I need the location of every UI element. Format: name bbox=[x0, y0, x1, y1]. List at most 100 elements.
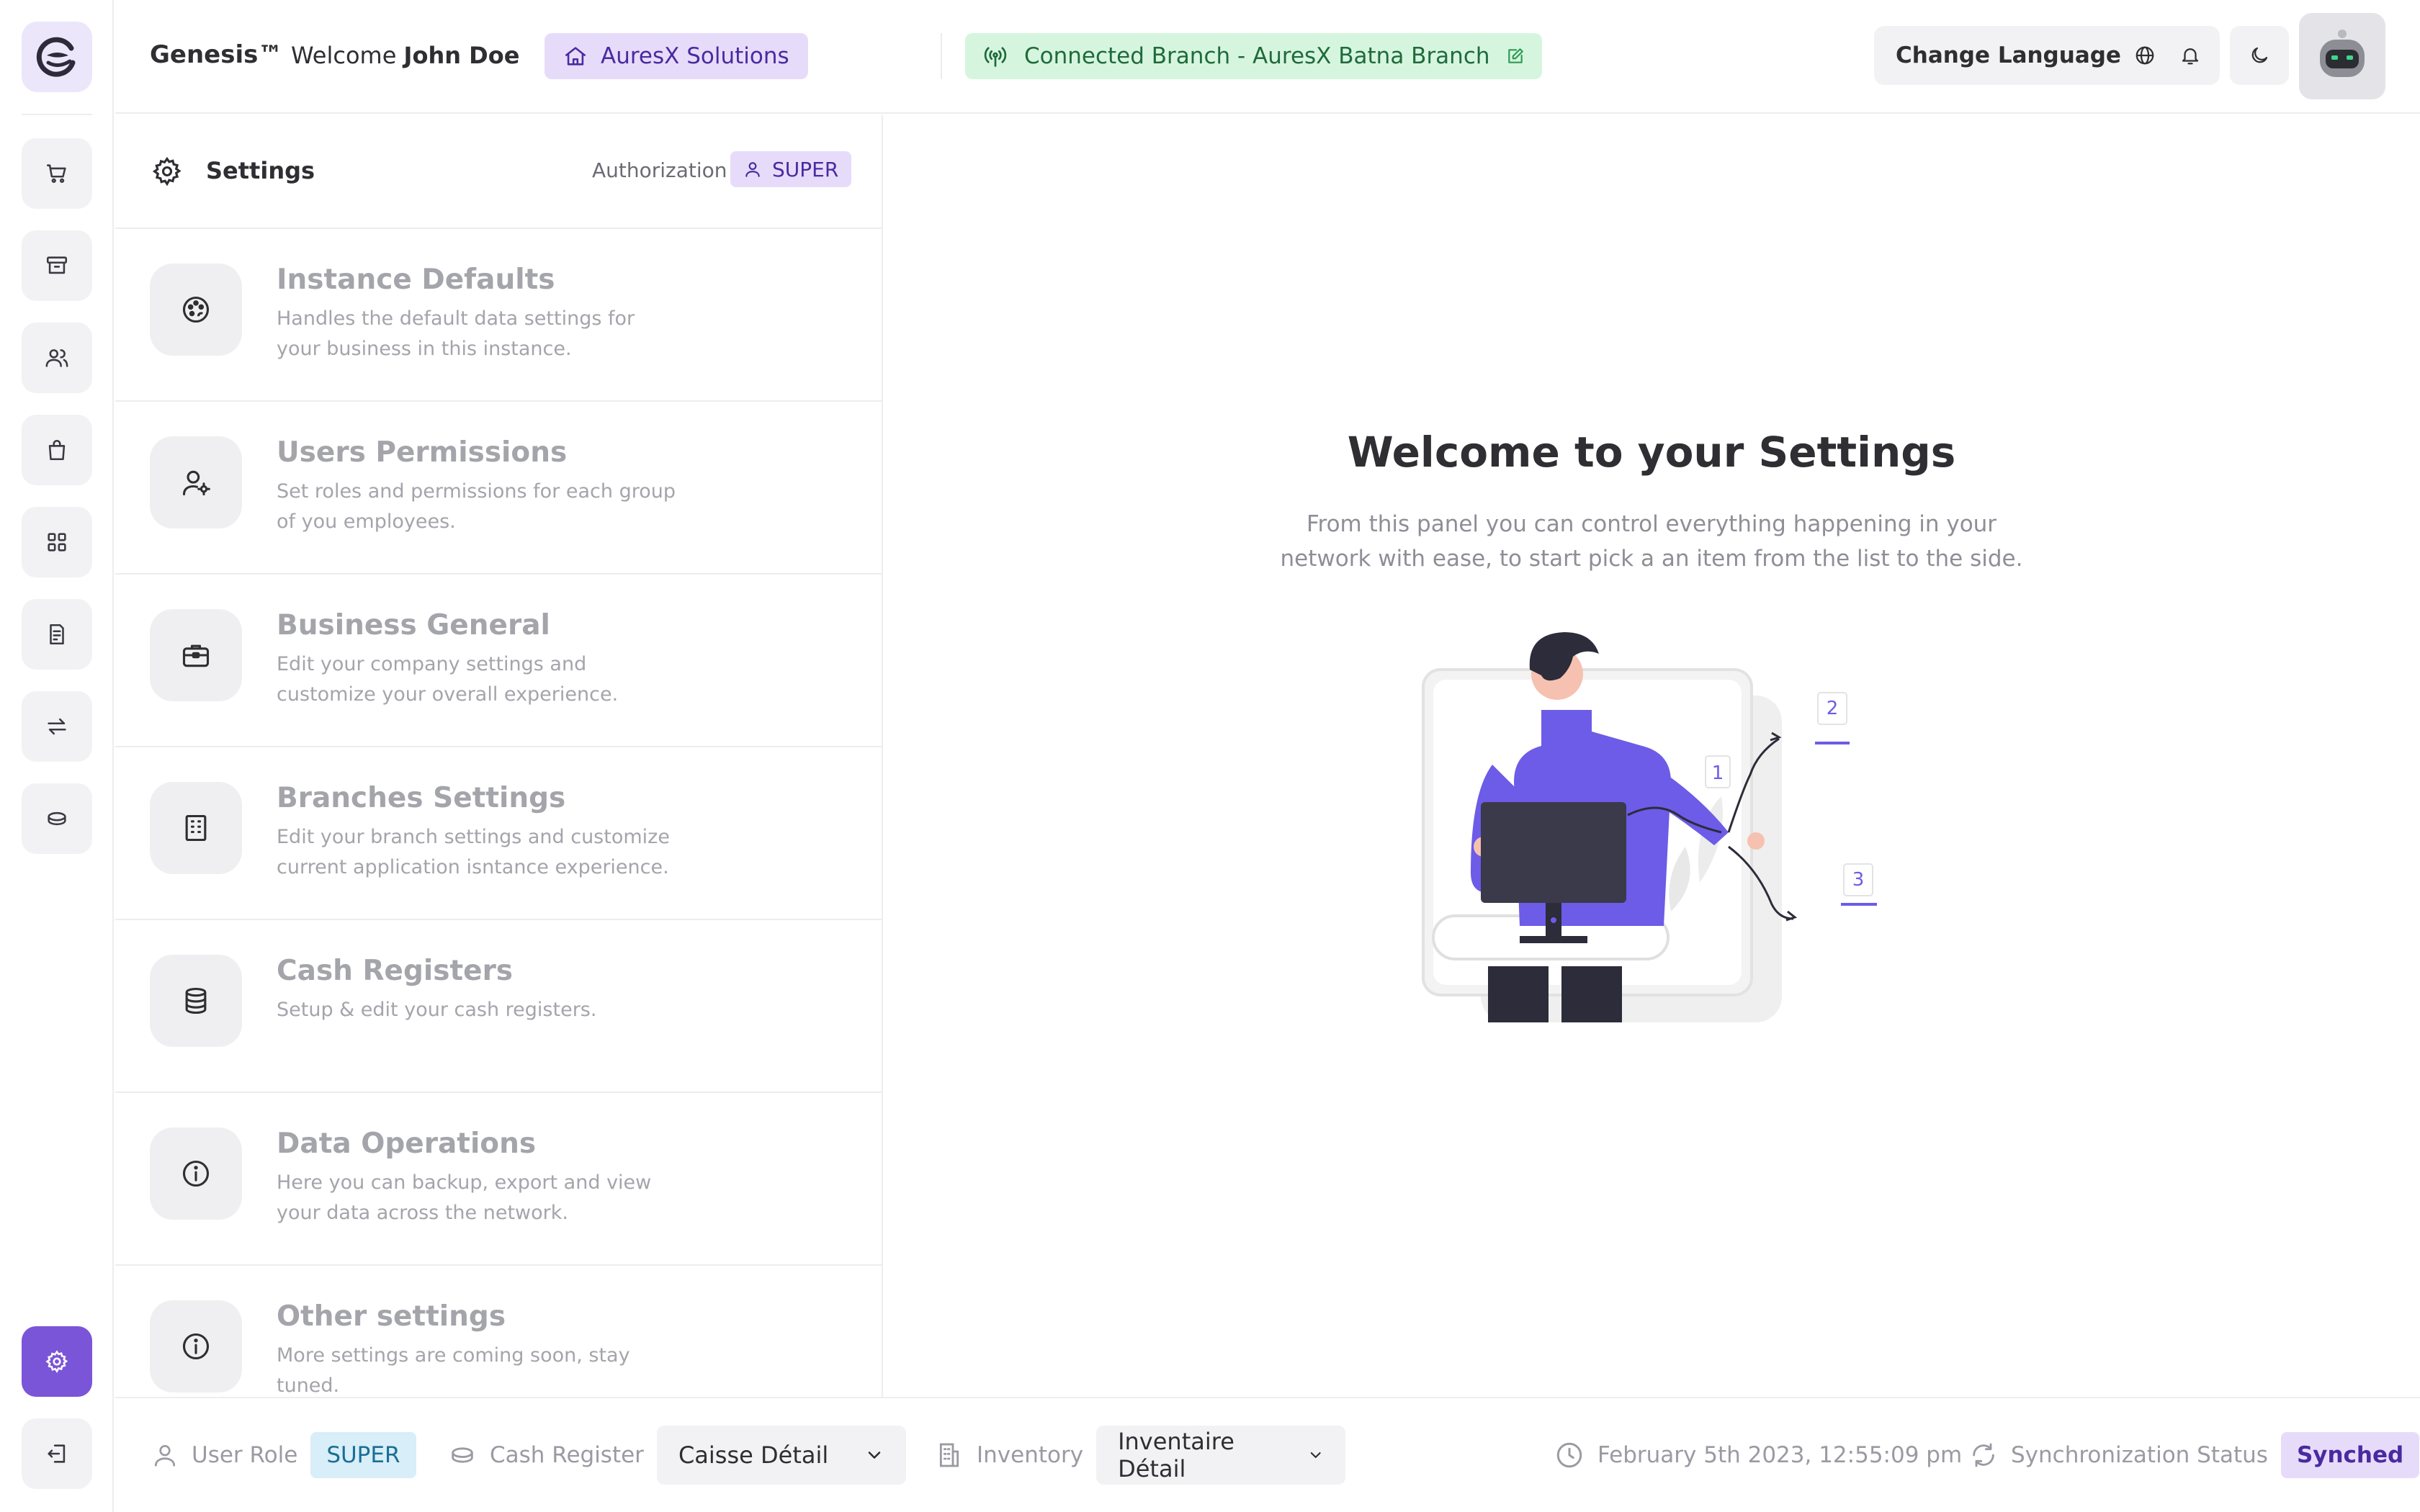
cash-register-select[interactable]: Caisse Détail bbox=[656, 1426, 906, 1485]
settings-item-cash-registers[interactable]: Cash Registers Setup & edit your cash re… bbox=[115, 920, 882, 1093]
item-description: Edit your company settings and customize… bbox=[277, 653, 619, 706]
item-icon-box bbox=[150, 782, 242, 874]
company-name: AuresX Solutions bbox=[601, 43, 789, 69]
welcome-description: From this panel you can control everythi… bbox=[1280, 511, 2023, 572]
item-icon-box bbox=[150, 264, 242, 356]
robot-avatar-icon bbox=[2320, 30, 2365, 77]
welcome-text: Welcome John Doe bbox=[291, 42, 519, 69]
user-icon bbox=[745, 162, 760, 177]
avatar[interactable] bbox=[2299, 13, 2385, 99]
item-description: Setup & edit your cash registers. bbox=[277, 999, 597, 1021]
header-divider bbox=[941, 33, 942, 79]
logo-icon bbox=[36, 37, 76, 77]
nav-users[interactable] bbox=[22, 323, 92, 393]
app-logo[interactable] bbox=[22, 22, 92, 92]
nav-shopping[interactable] bbox=[22, 415, 92, 485]
notifications-button[interactable] bbox=[2161, 26, 2220, 85]
logout-icon bbox=[48, 1444, 66, 1463]
change-language-label: Change Language bbox=[1896, 42, 2121, 68]
top-header: Genesis™ Welcome John Doe AuresX Solutio… bbox=[115, 0, 2420, 114]
globe-icon bbox=[2136, 46, 2154, 65]
item-title: Business General bbox=[277, 609, 550, 642]
edit-icon[interactable] bbox=[1506, 47, 1525, 66]
inventory-select[interactable]: Inventaire Détail bbox=[1096, 1426, 1346, 1485]
item-title: Instance Defaults bbox=[277, 264, 555, 296]
sync-section: Synchronization Status Synched bbox=[1969, 1398, 2420, 1512]
settings-item-business-general[interactable]: Business General Edit your company setti… bbox=[115, 575, 882, 747]
inventory-section: Inventory Inventaire Détail bbox=[935, 1398, 1346, 1512]
building-icon bbox=[939, 1443, 959, 1467]
datetime-section: February 5th 2023, 12:55:09 pm bbox=[1554, 1398, 1962, 1512]
item-description: Handles the default data settings for yo… bbox=[277, 307, 635, 360]
branch-pill[interactable]: Connected Branch - AuresX Batna Branch bbox=[965, 33, 1542, 79]
illustration-label-3: 3 bbox=[1852, 869, 1865, 891]
briefcase-icon bbox=[182, 644, 210, 667]
nav-cart[interactable] bbox=[22, 138, 92, 209]
item-icon-box bbox=[150, 609, 242, 701]
nav-logout[interactable] bbox=[22, 1418, 92, 1489]
nav-reports[interactable] bbox=[22, 599, 92, 670]
user-role-section: User Role SUPER bbox=[151, 1398, 416, 1512]
item-description: Edit your branch settings and customize … bbox=[277, 826, 670, 878]
settings-gear-icon bbox=[152, 156, 182, 186]
company-pill[interactable]: AuresX Solutions bbox=[544, 33, 808, 79]
item-title: Data Operations bbox=[277, 1128, 537, 1160]
brand-name: Genesis™ bbox=[150, 40, 283, 69]
settings-list-panel: Settings Authorization SUPER Instance De… bbox=[115, 115, 883, 1397]
nav-apps[interactable] bbox=[22, 507, 92, 577]
item-description: Set roles and permissions for each group… bbox=[277, 480, 676, 533]
gear-icon bbox=[45, 1350, 68, 1373]
illustration-label-2: 2 bbox=[1827, 698, 1839, 719]
settings-item-users-permissions[interactable]: Users Permissions Set roles and permissi… bbox=[115, 402, 882, 575]
nav-coins[interactable] bbox=[22, 783, 92, 854]
inventory-label: Inventory bbox=[977, 1442, 1084, 1468]
moon-icon bbox=[2251, 47, 2268, 63]
authorization-label: Authorization bbox=[592, 158, 727, 182]
item-icon-box bbox=[150, 1128, 242, 1220]
shopping-bag-icon bbox=[48, 439, 66, 461]
settings-panel-header: Settings Authorization SUPER bbox=[115, 115, 882, 229]
dark-mode-toggle[interactable] bbox=[2230, 26, 2289, 85]
welcome-title: Welcome to your Settings bbox=[1347, 428, 1956, 477]
authorization-badge: SUPER bbox=[730, 151, 852, 187]
coins-icon bbox=[452, 1447, 473, 1463]
inventory-value: Inventaire Détail bbox=[1118, 1428, 1234, 1482]
coins-icon bbox=[48, 811, 66, 826]
clock-icon bbox=[1556, 1442, 1582, 1468]
cart-icon bbox=[46, 164, 66, 184]
user-gear-icon bbox=[182, 470, 210, 496]
sync-status-label: Synchronization Status bbox=[2011, 1442, 2268, 1468]
illustration-label-1: 1 bbox=[1712, 762, 1724, 784]
item-icon-box bbox=[150, 955, 242, 1047]
nav-settings[interactable] bbox=[22, 1326, 92, 1397]
cash-register-section: Cash Register Caisse Détail bbox=[448, 1398, 906, 1512]
authorization-value: SUPER bbox=[772, 157, 839, 181]
cash-register-value: Caisse Détail bbox=[678, 1441, 829, 1469]
settings-item-other-settings[interactable]: Other settings More settings are coming … bbox=[115, 1266, 882, 1397]
user-icon bbox=[154, 1444, 176, 1467]
building-report-icon bbox=[50, 624, 64, 645]
nav-transfers[interactable] bbox=[22, 691, 92, 762]
settings-item-branches-settings[interactable]: Branches Settings Edit your branch setti… bbox=[115, 747, 882, 920]
change-language-button[interactable]: Change Language bbox=[1874, 26, 2177, 85]
cash-register-label: Cash Register bbox=[490, 1442, 644, 1468]
settings-item-data-operations[interactable]: Data Operations Here you can backup, exp… bbox=[115, 1093, 882, 1266]
branch-name: Connected Branch - AuresX Batna Branch bbox=[1024, 43, 1490, 69]
item-title: Users Permissions bbox=[277, 436, 568, 469]
bell-icon bbox=[2182, 48, 2199, 65]
building-icon bbox=[185, 814, 207, 842]
palette-icon bbox=[182, 296, 210, 323]
settings-item-instance-defaults[interactable]: Instance Defaults Handles the default da… bbox=[115, 229, 882, 402]
info-icon bbox=[182, 1160, 210, 1187]
presentation-illustration: 1 2 3 bbox=[1422, 632, 1877, 1022]
item-icon-box bbox=[150, 1300, 242, 1392]
chevron-down-icon bbox=[1310, 1452, 1321, 1458]
nav-archive[interactable] bbox=[22, 230, 92, 301]
transfer-icon bbox=[48, 718, 66, 735]
user-role-label: User Role bbox=[192, 1442, 298, 1468]
sync-status-badge: Synched bbox=[2280, 1432, 2420, 1478]
current-datetime: February 5th 2023, 12:55:09 pm bbox=[1597, 1442, 1963, 1468]
left-rail bbox=[0, 0, 114, 1512]
grid-icon bbox=[48, 533, 66, 552]
info-icon bbox=[182, 1333, 210, 1360]
